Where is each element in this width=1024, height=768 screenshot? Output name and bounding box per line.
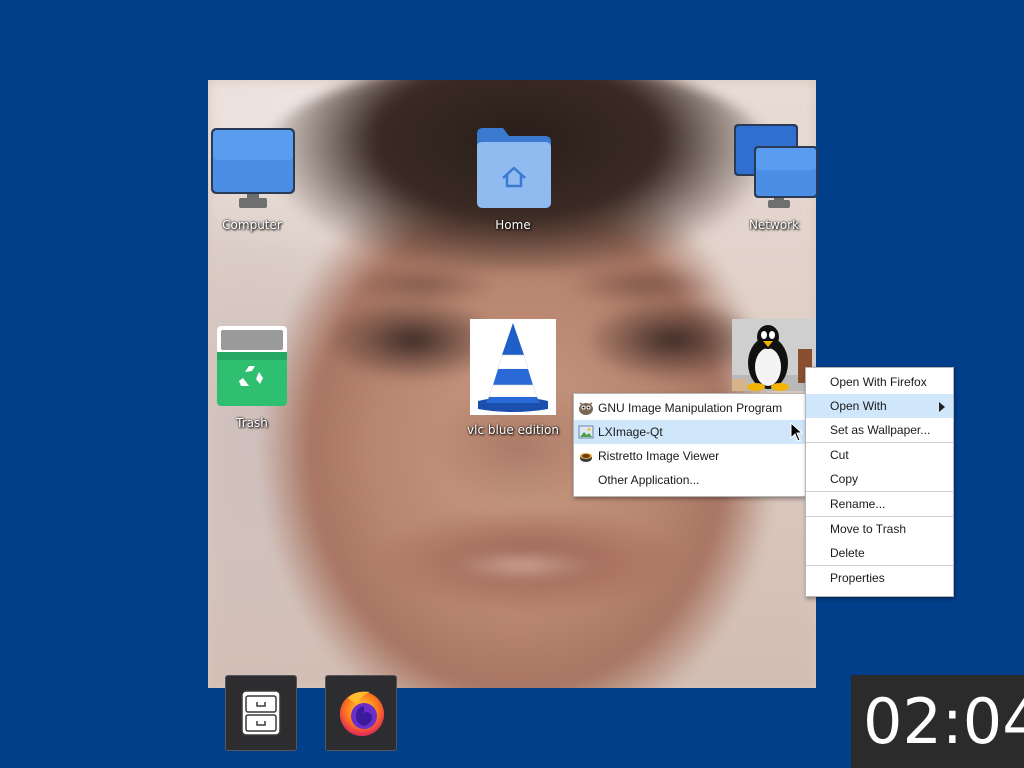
menu-item-cut[interactable]: Cut: [806, 443, 953, 467]
trash-icon: [217, 326, 287, 406]
mouse-cursor-icon: [790, 422, 804, 442]
menu-item-label: Set as Wallpaper...: [830, 423, 931, 437]
menu-item-label: Cut: [830, 448, 849, 462]
vlc-cone-icon: [470, 319, 556, 415]
menu-item-open-with-firefox[interactable]: Open With Firefox: [806, 370, 953, 394]
menu-item-rename[interactable]: Rename...: [806, 492, 953, 516]
menu-item-copy[interactable]: Copy: [806, 467, 953, 491]
menu-item-label: Delete: [830, 546, 865, 560]
menu-item-label: Copy: [830, 472, 859, 486]
menu-item-set-as-wallpaper[interactable]: Set as Wallpaper...: [806, 418, 953, 442]
menu-item-open-with[interactable]: Open With: [806, 394, 953, 418]
desktop-icon-label: Trash: [236, 416, 268, 430]
gimp-icon: [579, 402, 593, 415]
desktop-icon-label: Network: [748, 218, 800, 232]
menu-item-label: LXImage-Qt: [598, 425, 663, 439]
menu-item-lximage-qt[interactable]: LXImage-Qt: [574, 420, 805, 444]
menu-item-label: Other Application...: [598, 473, 700, 487]
file-cabinet-icon: [241, 690, 281, 736]
menu-item-label: Move to Trash: [830, 522, 907, 536]
menu-item-properties[interactable]: Properties: [806, 566, 953, 590]
dock-file-manager-button[interactable]: [225, 675, 297, 751]
menu-item-move-to-trash[interactable]: Move to Trash: [806, 517, 953, 541]
network-icon: [734, 124, 818, 208]
menu-item-delete[interactable]: Delete: [806, 541, 953, 565]
submenu-arrow-icon: [939, 402, 945, 412]
desktop-icon-computer[interactable]: Computer: [204, 128, 300, 232]
desktop-icon-vlc[interactable]: vlc blue edition: [465, 319, 561, 437]
lximage-qt-icon: [578, 425, 594, 439]
dock-firefox-button[interactable]: [325, 675, 397, 751]
menu-item-other-application[interactable]: Other Application...: [574, 468, 805, 492]
desktop-icon-label: Home: [495, 218, 531, 232]
desktop-icon-label: vlc blue edition: [467, 423, 559, 437]
open-with-submenu: GNU Image Manipulation Program LXImage-Q…: [573, 393, 806, 497]
context-menu: Open With Firefox Open With Set as Wallp…: [805, 367, 954, 597]
desktop[interactable]: Computer Home Network Trash vlc blue edi…: [0, 0, 1024, 768]
desktop-icon-trash[interactable]: Trash: [204, 324, 300, 430]
firefox-icon: [340, 691, 384, 736]
menu-item-label: Open With: [830, 399, 887, 413]
desktop-icon-network[interactable]: Network: [726, 124, 822, 232]
tux-penguin-image-icon: [732, 319, 816, 391]
clock[interactable]: 02:04: [851, 675, 1024, 768]
desktop-icon-label: Computer: [222, 218, 282, 232]
menu-item-label: Ristretto Image Viewer: [598, 449, 720, 463]
menu-item-gimp[interactable]: GNU Image Manipulation Program: [574, 396, 805, 420]
menu-item-label: GNU Image Manipulation Program: [598, 401, 783, 415]
desktop-icon-home[interactable]: Home: [465, 128, 561, 232]
ristretto-icon: [580, 453, 592, 462]
computer-icon: [211, 128, 295, 208]
home-folder-icon: [477, 128, 551, 208]
menu-item-label: Properties: [830, 571, 885, 585]
menu-item-label: Rename...: [830, 497, 886, 511]
menu-item-label: Open With Firefox: [830, 375, 927, 389]
menu-item-ristretto[interactable]: Ristretto Image Viewer: [574, 444, 805, 468]
